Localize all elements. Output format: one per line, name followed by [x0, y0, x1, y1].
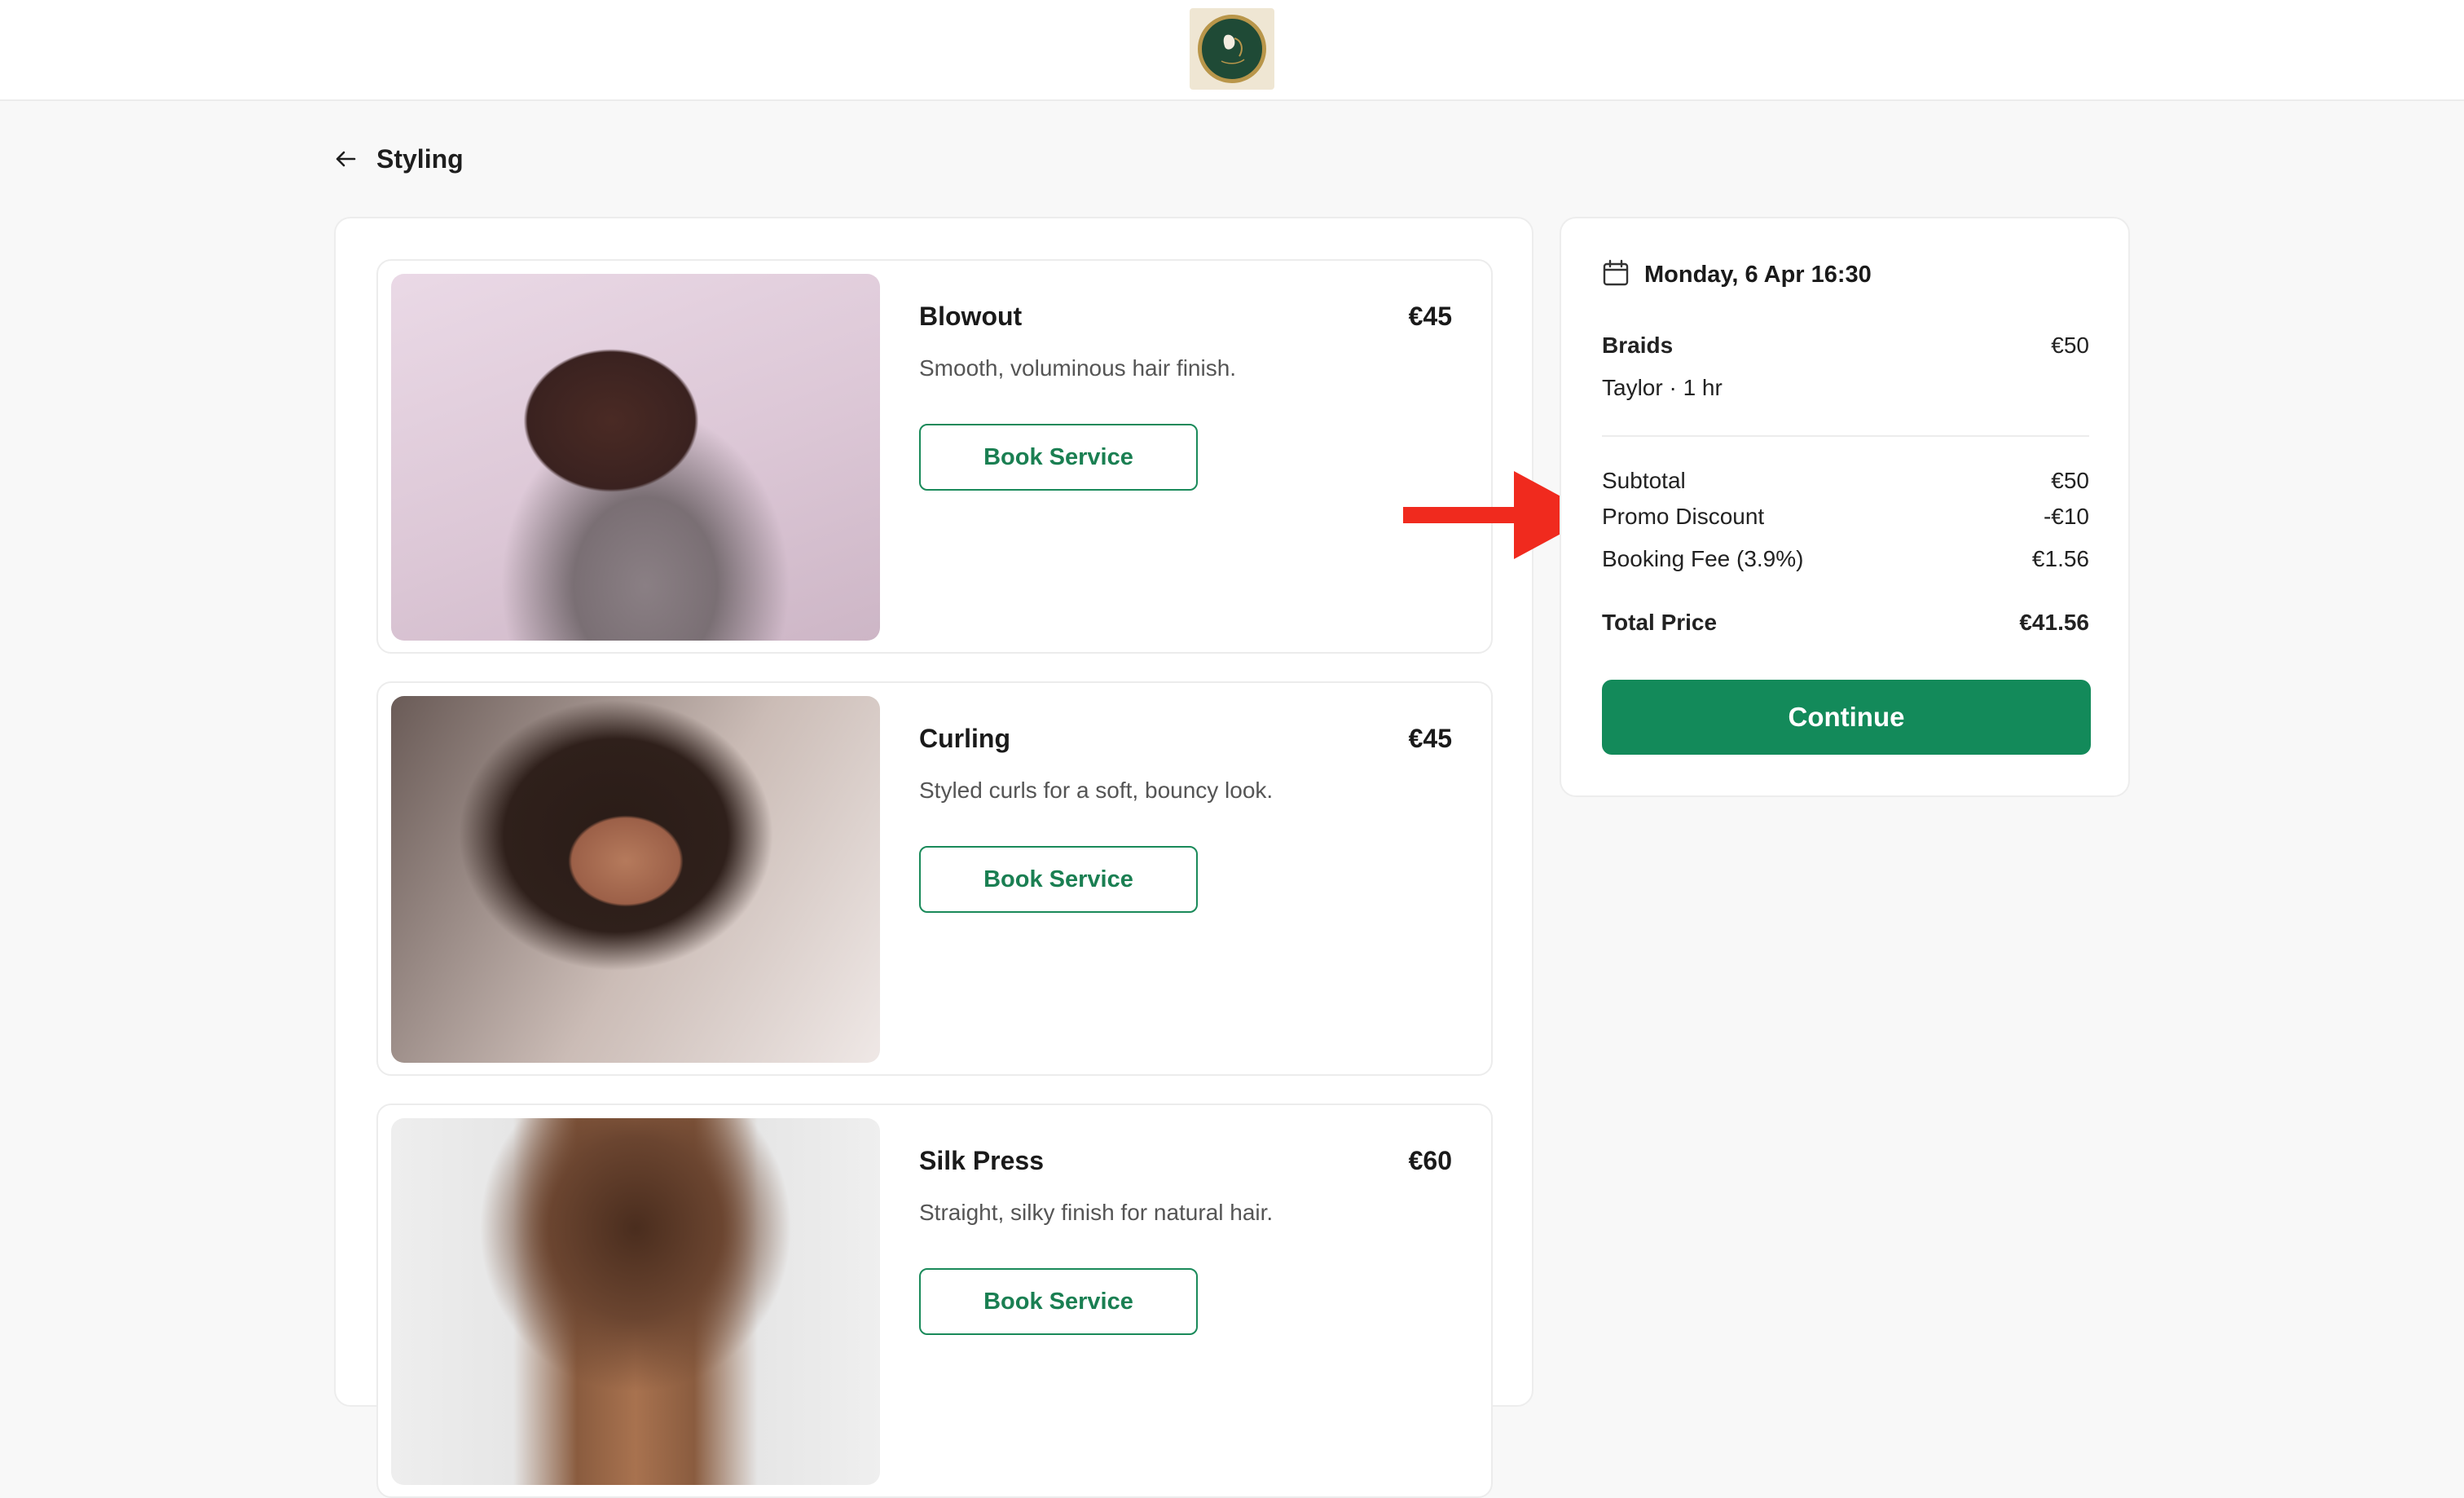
continue-button[interactable]: Continue: [1602, 680, 2091, 755]
salon-logo-icon[interactable]: [1190, 8, 1274, 90]
top-bar: [0, 0, 2464, 101]
selected-service-name: Braids: [1602, 333, 1674, 358]
appointment-date-row: Monday, 6 Apr 16:30: [1602, 259, 1872, 291]
book-service-button[interactable]: Book Service: [919, 1268, 1198, 1335]
page-header: Styling: [332, 142, 464, 176]
page-title: Styling: [376, 143, 464, 174]
service-image-silk-press: [391, 1118, 880, 1485]
total-price-value: €41.56: [2019, 610, 2089, 635]
subtotal-row: Subtotal €50: [1602, 468, 2089, 494]
booking-fee-label: Booking Fee (3.9%): [1602, 546, 1804, 571]
stylist-row: Taylor · 1 hr: [1602, 375, 2089, 401]
booking-fee-row: Booking Fee (3.9%) €1.56: [1602, 546, 2089, 572]
promo-discount-label: Promo Discount: [1602, 504, 1765, 529]
promo-discount-value: -€10: [2043, 504, 2089, 529]
service-name: Curling: [919, 724, 1010, 753]
booking-fee-value: €1.56: [2031, 546, 2089, 571]
service-price: €60: [1408, 1146, 1452, 1175]
arrow-left-icon[interactable]: [332, 146, 359, 172]
promo-discount-row: Promo Discount -€10: [1602, 504, 2089, 530]
selected-service-row: Braids €50: [1602, 333, 2089, 359]
subtotal-label: Subtotal: [1602, 468, 1686, 493]
service-name: Blowout: [919, 302, 1023, 331]
service-image-curling: [391, 696, 880, 1063]
service-price: €45: [1408, 302, 1452, 331]
service-price: €45: [1408, 724, 1452, 753]
service-description: Smooth, voluminous hair finish.: [919, 355, 1237, 381]
logo-emblem: [1198, 15, 1266, 83]
total-price-row: Total Price €41.56: [1602, 610, 2089, 636]
book-service-button[interactable]: Book Service: [919, 846, 1198, 913]
service-card-curling: Curling €45 Styled curls for a soft, bou…: [376, 681, 1493, 1076]
service-name: Silk Press: [919, 1146, 1044, 1175]
service-image-blowout: [391, 274, 880, 641]
summary-divider: [1602, 435, 2089, 437]
calendar-icon: [1602, 259, 1630, 291]
stylist-duration: Taylor · 1 hr: [1602, 375, 1723, 400]
total-price-label: Total Price: [1602, 610, 1718, 635]
service-card-blowout: Blowout €45 Smooth, voluminous hair fini…: [376, 259, 1493, 654]
appointment-date: Monday, 6 Apr 16:30: [1644, 262, 1872, 288]
service-description: Straight, silky finish for natural hair.: [919, 1200, 1274, 1225]
subtotal-value: €50: [2051, 468, 2089, 493]
selected-service-price: €50: [2051, 333, 2089, 358]
service-description: Styled curls for a soft, bouncy look.: [919, 778, 1274, 803]
book-service-button[interactable]: Book Service: [919, 424, 1198, 491]
service-card-silk-press: Silk Press €60 Straight, silky finish fo…: [376, 1104, 1493, 1498]
services-panel: Blowout €45 Smooth, voluminous hair fini…: [334, 217, 1533, 1498]
booking-summary-panel: Monday, 6 Apr 16:30 Braids €50 Taylor · …: [1560, 217, 2130, 797]
